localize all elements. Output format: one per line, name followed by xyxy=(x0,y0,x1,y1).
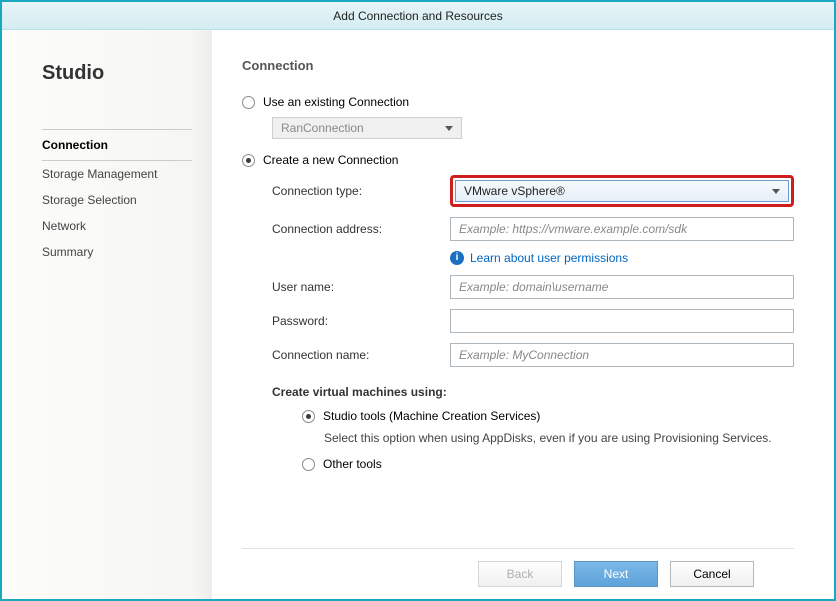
label-connection-address: Connection address: xyxy=(272,222,450,236)
row-user-name: User name: xyxy=(272,275,794,299)
nav-item-storage-selection[interactable]: Storage Selection xyxy=(42,187,192,213)
vm-options: Studio tools (Machine Creation Services)… xyxy=(302,409,794,471)
studio-tools-label: Studio tools (Machine Creation Services) xyxy=(323,409,540,423)
radio-create-new[interactable] xyxy=(242,154,255,167)
sidebar: Studio Connection Storage Management Sto… xyxy=(2,30,212,599)
chevron-down-icon xyxy=(772,189,780,194)
dialog-body: Studio Connection Storage Management Sto… xyxy=(2,30,834,599)
info-icon: i xyxy=(450,251,464,265)
connection-type-value: VMware vSphere® xyxy=(464,184,565,198)
radio-use-existing[interactable] xyxy=(242,96,255,109)
label-connection-name: Connection name: xyxy=(272,348,450,362)
chevron-down-icon xyxy=(445,126,453,131)
password-input[interactable] xyxy=(450,309,794,333)
studio-tools-row[interactable]: Studio tools (Machine Creation Services) xyxy=(302,409,794,423)
dialog-window: Add Connection and Resources Studio Conn… xyxy=(0,0,836,601)
radio-other-tools[interactable] xyxy=(302,458,315,471)
create-new-label: Create a new Connection xyxy=(263,153,398,167)
label-password: Password: xyxy=(272,314,450,328)
nav-item-summary[interactable]: Summary xyxy=(42,239,192,265)
row-password: Password: xyxy=(272,309,794,333)
back-button: Back xyxy=(478,561,562,587)
existing-connection-select: RanConnection xyxy=(272,117,462,139)
studio-tools-desc: Select this option when using AppDisks, … xyxy=(324,431,794,445)
learn-permissions-link[interactable]: Learn about user permissions xyxy=(470,251,628,265)
button-bar: Back Next Cancel xyxy=(242,548,794,599)
vm-section-title: Create virtual machines using: xyxy=(272,385,794,399)
row-connection-address: Connection address: xyxy=(272,217,794,241)
row-connection-name: Connection name: xyxy=(272,343,794,367)
existing-dropdown-wrap: RanConnection xyxy=(272,117,794,153)
create-new-form: Connection type: VMware vSphere® Connect… xyxy=(272,175,794,479)
row-connection-type: Connection type: VMware vSphere® xyxy=(272,175,794,207)
window-title: Add Connection and Resources xyxy=(333,9,502,23)
use-existing-label: Use an existing Connection xyxy=(263,95,409,109)
titlebar: Add Connection and Resources xyxy=(2,2,834,30)
connection-address-input[interactable] xyxy=(450,217,794,241)
nav-item-connection[interactable]: Connection xyxy=(42,129,192,161)
section-title: Connection xyxy=(242,58,794,73)
use-existing-row[interactable]: Use an existing Connection xyxy=(242,95,794,109)
next-button[interactable]: Next xyxy=(574,561,658,587)
cancel-button[interactable]: Cancel xyxy=(670,561,754,587)
connection-type-highlight: VMware vSphere® xyxy=(450,175,794,207)
radio-studio-tools[interactable] xyxy=(302,410,315,423)
main-panel: Connection Use an existing Connection Ra… xyxy=(212,30,834,599)
label-connection-type: Connection type: xyxy=(272,184,450,198)
nav-item-network[interactable]: Network xyxy=(42,213,192,239)
learn-row: i Learn about user permissions xyxy=(450,251,794,265)
connection-type-select[interactable]: VMware vSphere® xyxy=(455,180,789,202)
other-tools-row[interactable]: Other tools xyxy=(302,457,794,471)
create-new-row[interactable]: Create a new Connection xyxy=(242,153,794,167)
other-tools-label: Other tools xyxy=(323,457,382,471)
label-user-name: User name: xyxy=(272,280,450,294)
sidebar-title: Studio xyxy=(42,62,192,85)
connection-name-input[interactable] xyxy=(450,343,794,367)
existing-select-value: RanConnection xyxy=(281,121,364,135)
nav-item-storage-management[interactable]: Storage Management xyxy=(42,161,192,187)
user-name-input[interactable] xyxy=(450,275,794,299)
